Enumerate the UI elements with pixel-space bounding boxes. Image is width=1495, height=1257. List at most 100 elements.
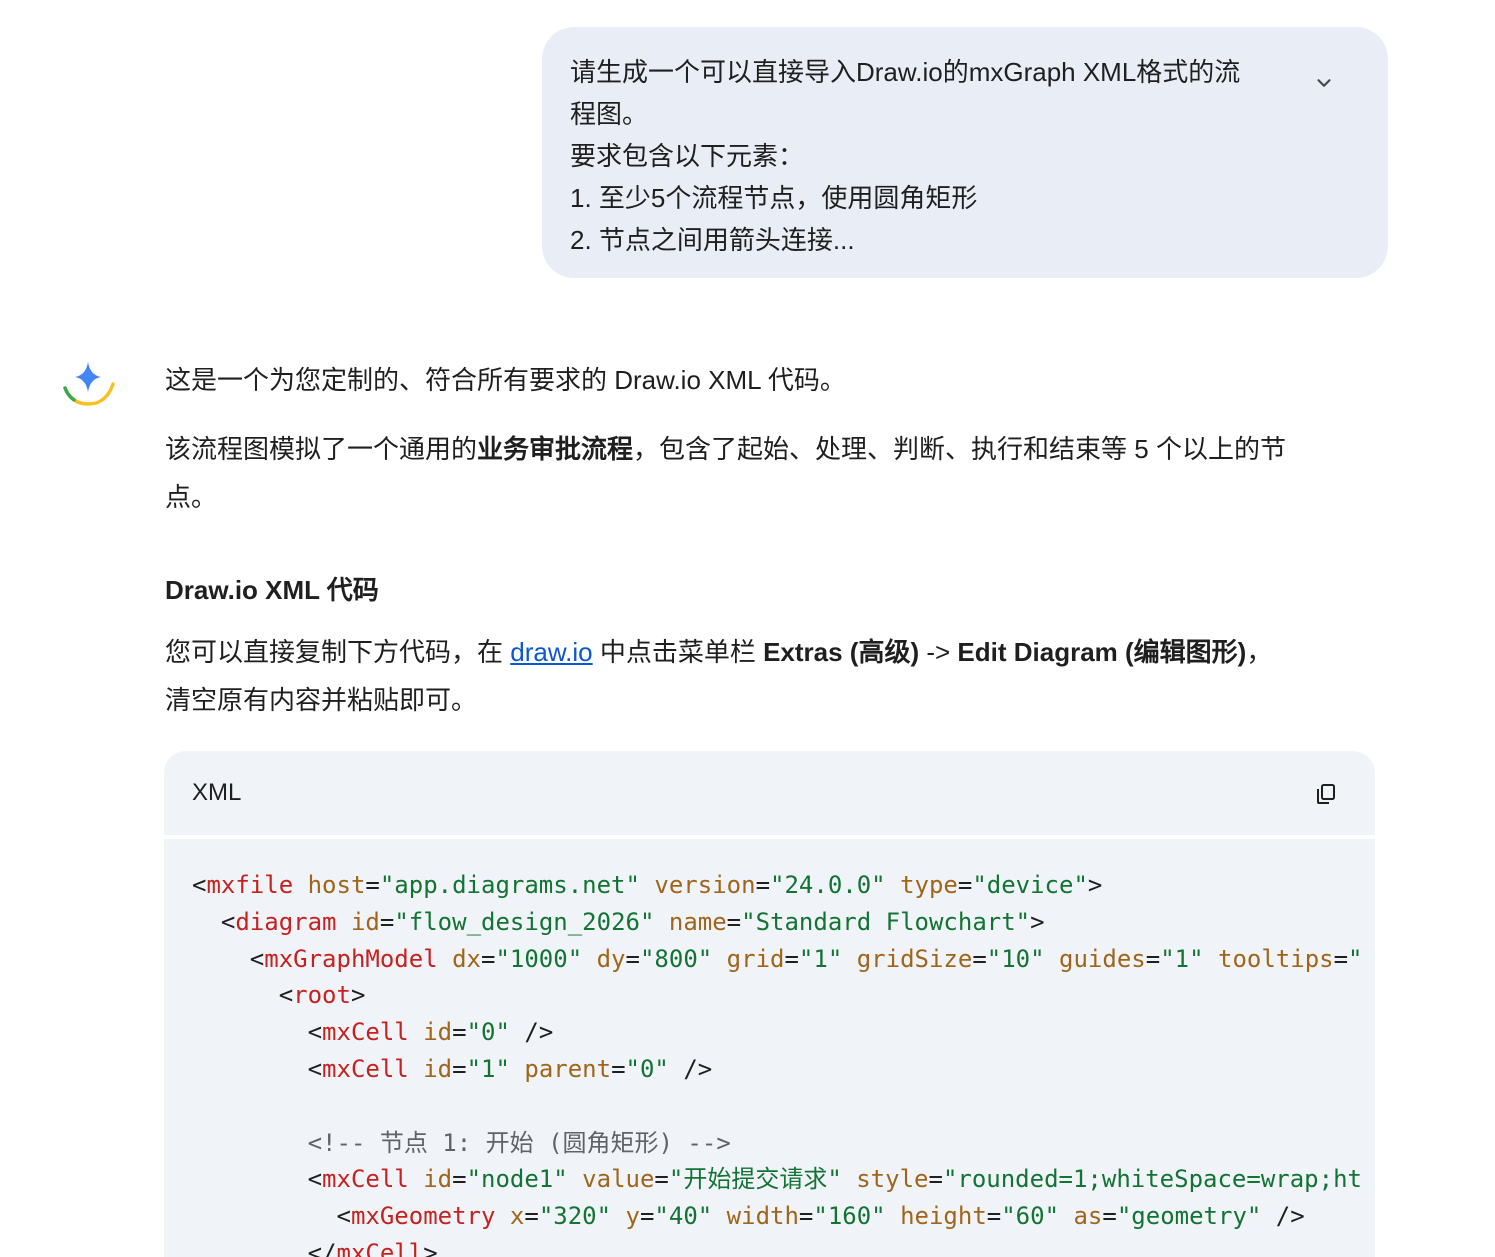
response-intro: 这是一个为您定制的、符合所有要求的 Draw.io XML 代码。 bbox=[165, 365, 846, 395]
user-message-line: 1. 至少5个流程节点，使用圆角矩形 bbox=[570, 183, 978, 213]
code-token: name bbox=[668, 907, 727, 936]
code-token: > bbox=[1030, 907, 1045, 936]
code-line: <root> bbox=[192, 977, 1363, 1014]
code-line: <!-- 节点 1: 开始 (圆角矩形) --> bbox=[192, 1125, 1363, 1162]
code-token: = bbox=[1102, 1202, 1117, 1231]
code-token: diagram bbox=[235, 907, 337, 936]
expand-message-button[interactable] bbox=[1308, 67, 1340, 99]
code-token: <!-- 节点 1: 开始 (圆角矩形) --> bbox=[192, 1128, 731, 1157]
user-message-line: 要求包含以下元素： bbox=[570, 141, 805, 171]
code-token: "Standard Flowchart" bbox=[741, 907, 1031, 936]
code-token: "flow_design_2026" bbox=[394, 907, 655, 936]
code-token: guides bbox=[1059, 944, 1146, 973]
code-token: id bbox=[350, 907, 380, 936]
code-token: < bbox=[192, 1202, 351, 1231]
code-token: = bbox=[755, 871, 771, 899]
code-token: "160" bbox=[813, 1202, 886, 1231]
code-token: "800" bbox=[639, 944, 713, 973]
code-token: "rounded=1;whiteSpace=wrap;ht bbox=[942, 1165, 1362, 1194]
code-token: width bbox=[726, 1202, 799, 1231]
code-line: <mxCell id="0" /> bbox=[192, 1014, 1363, 1051]
code-token: as bbox=[1073, 1202, 1103, 1231]
code-token: = bbox=[625, 944, 640, 973]
code-line: </mxCell> bbox=[192, 1235, 1363, 1257]
code-token: " bbox=[1348, 944, 1363, 973]
code-token: = bbox=[365, 871, 380, 899]
code-token: = bbox=[452, 1165, 467, 1194]
gemini-sparkle-icon bbox=[63, 362, 115, 406]
drawio-link[interactable]: draw.io bbox=[510, 637, 592, 667]
code-token: mxfile bbox=[206, 871, 294, 899]
code-line: <diagram id="flow_design_2026" name="Sta… bbox=[192, 904, 1363, 941]
code-token: height bbox=[900, 1202, 987, 1231]
code-token: "1" bbox=[798, 944, 843, 973]
code-token: = bbox=[798, 1202, 814, 1231]
code-block-header: XML bbox=[164, 751, 1375, 835]
code-token: = bbox=[654, 1165, 669, 1194]
description-text: ，包含了起始、处理、判断、执行和结束等 5 个以上的节 bbox=[633, 434, 1286, 464]
code-token: "1" bbox=[466, 1054, 510, 1083]
instructions-text: 您可以直接复制下方代码，在 bbox=[165, 637, 511, 667]
chevron-down-icon bbox=[1317, 79, 1331, 87]
code-token: dx bbox=[452, 944, 481, 973]
code-token: mxCell bbox=[322, 1054, 409, 1083]
code-token: mxGeometry bbox=[350, 1202, 496, 1231]
code-token: > bbox=[350, 981, 366, 1010]
instructions-bold: Extras (高级) bbox=[763, 637, 920, 667]
code-token: = bbox=[784, 944, 799, 973]
code-token: = bbox=[986, 1202, 1002, 1231]
code-token: "0" bbox=[466, 1018, 510, 1047]
instructions-bold: Edit Diagram (编辑图形) bbox=[957, 637, 1247, 667]
instructions-text: 清空原有内容并粘贴即可。 bbox=[165, 685, 478, 715]
code-token: > bbox=[423, 1238, 438, 1257]
code-token: id bbox=[423, 1018, 453, 1047]
code-token: "320" bbox=[538, 1202, 612, 1231]
code-line: <mxfile host="app.diagrams.net" version=… bbox=[192, 867, 1363, 904]
instructions-text: ， bbox=[1246, 637, 1273, 667]
code-lines: <mxfile host="app.diagrams.net" version=… bbox=[192, 867, 1363, 1257]
code-token: = bbox=[1145, 944, 1161, 973]
code-token: "0" bbox=[625, 1054, 669, 1083]
code-token: parent bbox=[524, 1054, 612, 1083]
response-instructions: 您可以直接复制下方代码，在 draw.io 中点击菜单栏 Extras (高级)… bbox=[165, 628, 1375, 724]
code-token: < bbox=[192, 944, 265, 973]
code-token: = bbox=[481, 944, 496, 973]
code-token: = bbox=[452, 1018, 467, 1047]
code-token: "开始提交请求" bbox=[668, 1165, 842, 1194]
instructions-text: -> bbox=[919, 637, 958, 667]
code-token: gridSize bbox=[856, 944, 973, 973]
user-message-line: 程图。 bbox=[570, 99, 649, 129]
code-token: /> bbox=[509, 1018, 554, 1047]
code-token: "1000" bbox=[495, 944, 583, 973]
code-token: = bbox=[957, 871, 973, 899]
code-line: <mxGraphModel dx="1000" dy="800" grid="1… bbox=[192, 941, 1363, 978]
code-token: = bbox=[452, 1054, 467, 1083]
code-token: "node1" bbox=[466, 1165, 568, 1194]
code-token: < bbox=[192, 1165, 323, 1194]
code-token: x bbox=[509, 1202, 525, 1231]
code-token: < bbox=[192, 1018, 323, 1047]
code-token: "40" bbox=[654, 1202, 713, 1231]
description-text: 该流程图模拟了一个通用的 bbox=[165, 434, 478, 464]
code-token: = bbox=[524, 1202, 539, 1231]
code-token: root bbox=[293, 981, 351, 1010]
code-line: <mxGeometry x="320" y="40" width="160" h… bbox=[192, 1198, 1363, 1235]
copy-code-button[interactable] bbox=[1311, 779, 1341, 809]
code-token: version bbox=[654, 871, 756, 899]
code-token: "24.0.0" bbox=[770, 871, 886, 899]
code-line: <mxCell id="node1" value="开始提交请求" style=… bbox=[192, 1161, 1363, 1198]
code-line: <mxCell id="1" parent="0" /> bbox=[192, 1051, 1363, 1088]
